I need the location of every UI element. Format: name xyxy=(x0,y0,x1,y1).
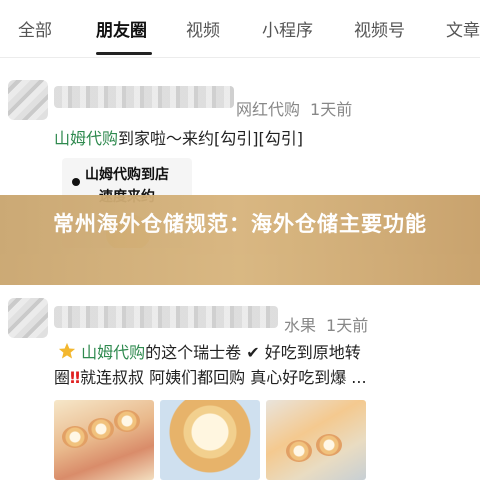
sticker-line-1: 山姆代购到店 xyxy=(85,167,169,183)
post-text-rest: 到家啦～来约[勾引][勾引] xyxy=(118,129,303,148)
post-image-3[interactable] xyxy=(266,400,366,480)
post-image-2[interactable] xyxy=(160,400,260,480)
post-image-1[interactable] xyxy=(54,400,154,480)
swiss-roll-slice xyxy=(62,426,88,448)
post-time: 1天前 xyxy=(326,316,369,335)
tab-all[interactable]: 全部 xyxy=(18,16,52,41)
blurred-name xyxy=(54,306,278,328)
topic-link[interactable]: 山姆代购 xyxy=(54,129,118,148)
search-tab-bar: 全部 朋友圈 视频 小程序 视频号 文章 xyxy=(0,0,480,58)
post-meta: 水果 1天前 xyxy=(284,312,368,336)
active-tab-indicator xyxy=(96,52,152,55)
tab-articles[interactable]: 文章 xyxy=(446,16,480,41)
swiss-roll-slice xyxy=(88,418,114,440)
tab-moments[interactable]: 朋友圈 xyxy=(96,16,147,41)
author-name[interactable]: 网红代购 xyxy=(236,100,300,119)
banner-title: 常州海外仓储规范：海外仓储主要功能 xyxy=(53,212,427,236)
swiss-roll-slice xyxy=(316,434,342,456)
swiss-roll-slice xyxy=(114,410,140,432)
moment-post[interactable]: 网红代购1天前 山姆代购到家啦～来约[勾引][勾引] 山姆代购到店 速度来约 xyxy=(0,70,480,248)
avatar[interactable] xyxy=(8,80,48,120)
overlay-banner: 常州海外仓储规范：海外仓储主要功能 xyxy=(0,195,480,285)
post-text-rest: 的这个瑞士卷 ✔ 好吃到原地转 xyxy=(145,343,361,362)
post-text: 山姆代购到家啦～来约[勾引][勾引] xyxy=(54,126,303,151)
author-name[interactable]: 水果 xyxy=(284,316,316,335)
post-text-line-1: 山姆代购的这个瑞士卷 ✔ 好吃到原地转 xyxy=(58,340,361,365)
topic-link[interactable]: 山姆代购 xyxy=(81,343,145,362)
post-meta: 网红代购 1天前 xyxy=(236,96,352,120)
swiss-roll-slice xyxy=(286,440,312,462)
tab-channels[interactable]: 视频号 xyxy=(354,16,405,41)
moment-post[interactable]: 水果 1天前 山姆代购的这个瑞士卷 ✔ 好吃到原地转 圈‼就连叔叔 阿姨们都回购 … xyxy=(0,292,480,480)
double-exclamation-icon: ‼ xyxy=(70,368,81,387)
tab-mini-programs[interactable]: 小程序 xyxy=(262,16,313,41)
blurred-name xyxy=(54,86,234,108)
star-icon xyxy=(58,342,76,359)
post-text-start: 圈 xyxy=(54,368,71,387)
post-time: 1天前 xyxy=(310,100,353,119)
avatar[interactable] xyxy=(8,298,48,338)
post-text-rest: 就连叔叔 阿姨们都回购 真心好吃到爆 ... xyxy=(80,368,367,387)
tab-videos[interactable]: 视频 xyxy=(186,16,220,41)
post-text-line-2: 圈‼就连叔叔 阿姨们都回购 真心好吃到爆 ... xyxy=(54,365,367,390)
sticker-dot xyxy=(72,178,80,186)
